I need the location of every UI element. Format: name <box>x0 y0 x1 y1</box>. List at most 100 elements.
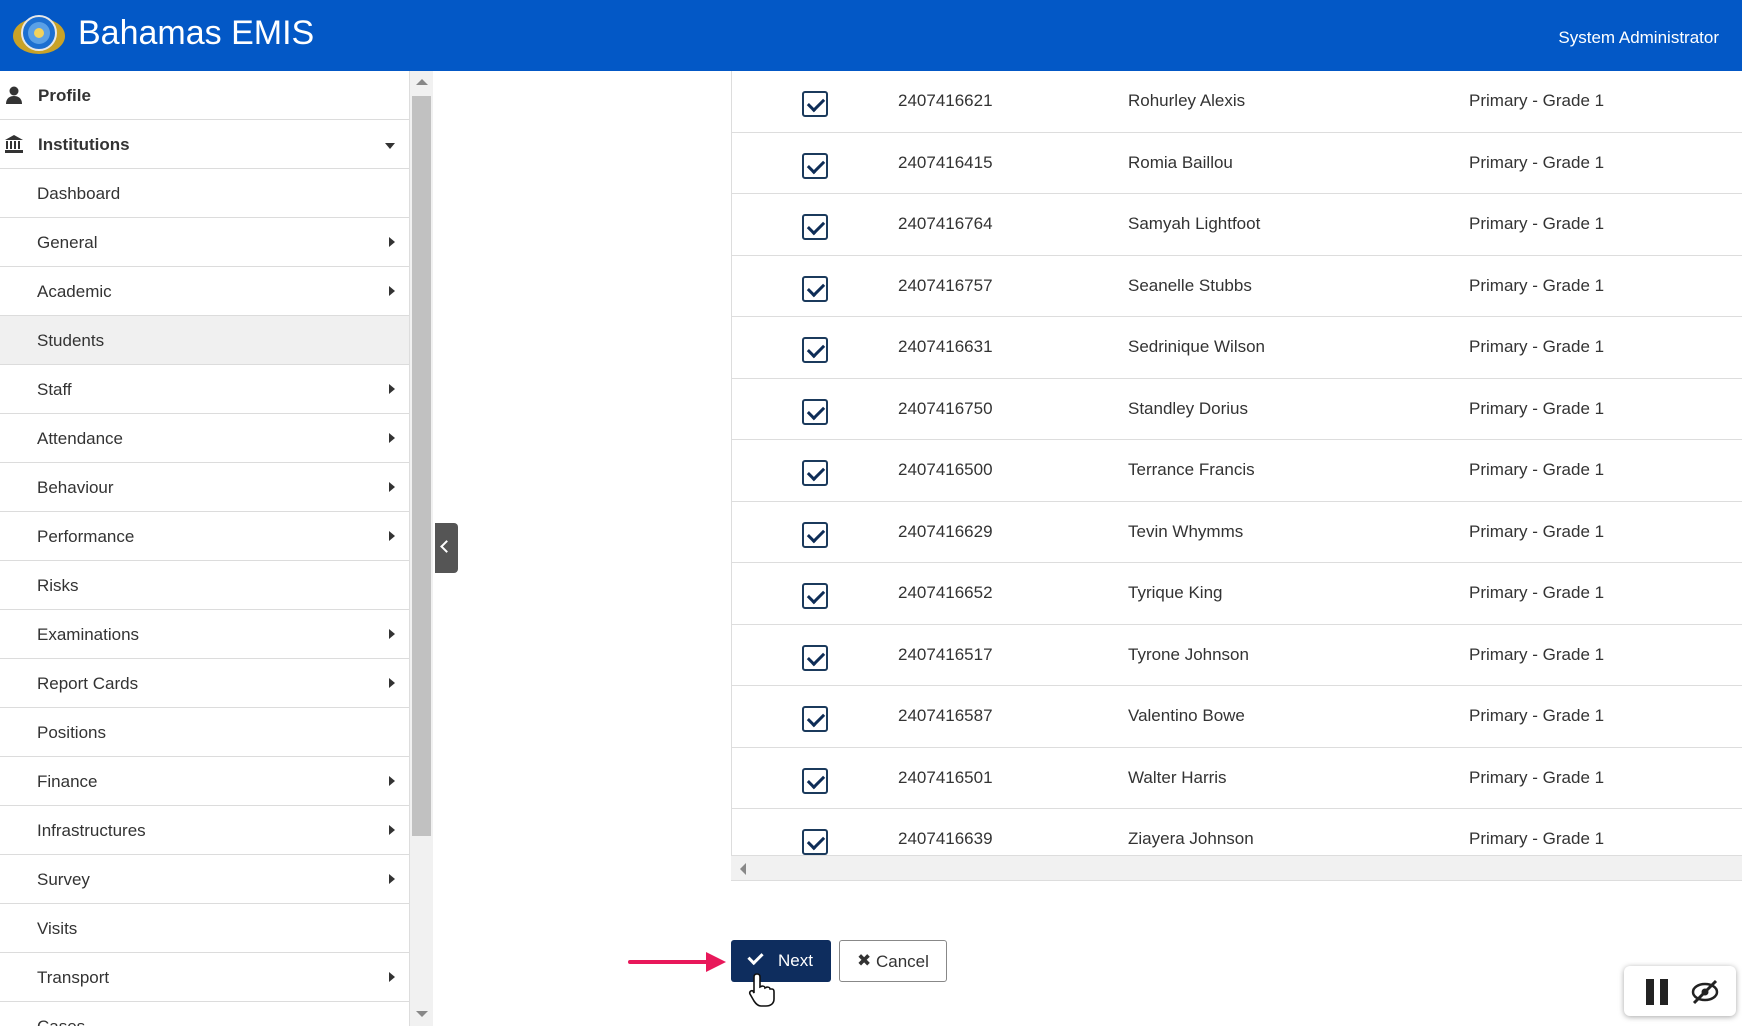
student-id: 2407416757 <box>898 275 993 295</box>
row-checkbox[interactable] <box>802 398 828 425</box>
sidebar-item-institutions[interactable]: Institutions <box>0 120 409 169</box>
sidebar-item-label: Behaviour <box>37 478 114 497</box>
sidebar-item-report-cards[interactable]: Report Cards <box>0 659 409 708</box>
caret-right-icon <box>389 874 395 884</box>
table-row: 2407416757 Seanelle Stubbs Primary - Grade… <box>732 256 1742 317</box>
sidebar-item-cases[interactable]: Cases <box>0 1002 409 1026</box>
sidebar-scrollbar[interactable] <box>410 71 433 1026</box>
scrollbar-thumb[interactable] <box>412 96 431 836</box>
cancel-button[interactable]: ✖ Cancel <box>839 940 947 982</box>
student-id: 2407416652 <box>898 583 993 602</box>
table-row: 2407416587 Valentino Bowe Primary - Grade … <box>732 686 1742 748</box>
student-id: 2407416764 <box>898 214 993 233</box>
student-grade: Primary - Grade 1 <box>1469 767 1605 787</box>
student-name: Sedrinique Wilson <box>1128 337 1266 356</box>
row-checkbox[interactable] <box>802 521 828 548</box>
collapse-sidebar-button[interactable] <box>435 523 458 573</box>
row-checkbox[interactable] <box>802 644 828 671</box>
sidebar-item-label: Institutions <box>38 135 130 154</box>
sidebar-item-label: General <box>37 233 98 252</box>
caret-right-icon <box>389 629 395 639</box>
table-row: 2407416415 Romia Baillou Primary - Grade 1 <box>732 133 1742 194</box>
sidebar-item-staff[interactable]: Staff <box>0 365 409 414</box>
sidebar-item-profile[interactable]: Profile <box>0 71 409 120</box>
table-horizontal-scrollbar[interactable] <box>731 855 1742 881</box>
chevron-left-icon <box>440 540 453 553</box>
sidebar-item-infrastructures[interactable]: Infrastructures <box>0 806 409 855</box>
row-checkbox[interactable] <box>802 706 828 732</box>
sidebar-item-label: Survey <box>37 870 90 889</box>
sidebar-menu: Profile Institutions Dashboard General Acade… <box>0 71 409 1026</box>
student-id: 2407416639 <box>898 829 993 848</box>
sidebar-item-academic[interactable]: Academic <box>0 267 409 316</box>
student-grade: Primary - Grade 1 <box>1469 337 1605 356</box>
caret-right-icon <box>389 237 395 247</box>
student-id: 2407416500 <box>898 460 993 479</box>
student-grade: Primary - Grade 1 <box>1469 706 1605 725</box>
next-button[interactable]: Next <box>731 940 831 982</box>
sidebar-item-label: Dashboard <box>37 184 121 203</box>
student-grade: Primary - Grade 1 <box>1469 460 1605 479</box>
row-checkbox[interactable] <box>802 583 828 609</box>
scroll-up-arrow-icon[interactable] <box>416 79 428 85</box>
check-icon <box>747 948 764 966</box>
student-id: 2407416629 <box>898 521 993 541</box>
sidebar-item-students[interactable]: Students <box>0 316 409 365</box>
row-checkbox[interactable] <box>802 829 828 855</box>
caret-right-icon <box>389 678 395 688</box>
sidebar-item-label: Staff <box>37 380 72 399</box>
next-button-label: Next <box>778 951 813 970</box>
sidebar-item-behaviour[interactable]: Behaviour <box>0 463 409 512</box>
user-menu[interactable]: System Administrator <box>1558 28 1719 48</box>
app-title[interactable]: Bahamas EMIS <box>78 14 314 53</box>
caret-right-icon <box>389 972 395 982</box>
sidebar-item-label: Visits <box>37 919 78 938</box>
student-name: Rohurley Alexis <box>1128 91 1246 110</box>
sidebar-item-risks[interactable]: Risks <box>0 561 409 610</box>
student-name: Terrance Francis <box>1128 460 1255 479</box>
student-grade: Primary - Grade 1 <box>1469 644 1605 664</box>
student-name: Tyrique King <box>1128 583 1223 602</box>
sidebar: Profile Institutions Dashboard General Acade… <box>0 71 410 1026</box>
sidebar-item-examinations[interactable]: Examinations <box>0 610 409 659</box>
pause-icon[interactable] <box>1646 979 1670 1005</box>
caret-right-icon <box>389 482 395 492</box>
scroll-left-arrow-icon[interactable] <box>740 863 746 875</box>
sidebar-item-label: Cases <box>37 1017 85 1026</box>
sidebar-item-attendance[interactable]: Attendance <box>0 414 409 463</box>
table-row: 2407416500 Terrance Francis Primary - Grad… <box>732 440 1742 502</box>
row-checkbox[interactable] <box>802 337 828 363</box>
students-table: 2407416621 Rohurley Alexis Primary - Grade… <box>731 71 1742 881</box>
student-name: Tevin Whymms <box>1128 521 1244 541</box>
table-row: 2407416764 Samyah Lightfoot Primary - Grad… <box>732 194 1742 256</box>
caret-right-icon <box>389 384 395 394</box>
student-id: 2407416501 <box>898 767 993 787</box>
close-icon: ✖ <box>857 951 872 970</box>
row-checkbox[interactable] <box>802 214 828 240</box>
scroll-down-arrow-icon[interactable] <box>416 1011 428 1017</box>
sidebar-item-dashboard[interactable]: Dashboard <box>0 169 409 218</box>
student-name: Samyah Lightfoot <box>1128 214 1261 233</box>
sidebar-item-performance[interactable]: Performance <box>0 512 409 561</box>
row-checkbox[interactable] <box>802 275 828 302</box>
recording-controls <box>1624 966 1736 1016</box>
sidebar-item-general[interactable]: General <box>0 218 409 267</box>
student-id: 2407416587 <box>898 706 993 725</box>
sidebar-item-finance[interactable]: Finance <box>0 757 409 806</box>
institution-icon <box>5 135 23 153</box>
student-id: 2407416621 <box>898 91 993 110</box>
row-checkbox[interactable] <box>802 152 828 179</box>
table-row: 2407416501 Walter Harris Primary - Grade 1 <box>732 748 1742 809</box>
row-checkbox[interactable] <box>802 767 828 794</box>
student-grade: Primary - Grade 1 <box>1469 398 1605 418</box>
emis-logo[interactable] <box>12 11 67 57</box>
sidebar-item-visits[interactable]: Visits <box>0 904 409 953</box>
sidebar-item-transport[interactable]: Transport <box>0 953 409 1002</box>
caret-right-icon <box>389 825 395 835</box>
table-row: 2407416621 Rohurley Alexis Primary - Grade… <box>732 71 1742 133</box>
camera-off-icon[interactable] <box>1690 978 1720 1006</box>
row-checkbox[interactable] <box>802 91 828 117</box>
sidebar-item-survey[interactable]: Survey <box>0 855 409 904</box>
row-checkbox[interactable] <box>802 460 828 486</box>
sidebar-item-positions[interactable]: Positions <box>0 708 409 757</box>
